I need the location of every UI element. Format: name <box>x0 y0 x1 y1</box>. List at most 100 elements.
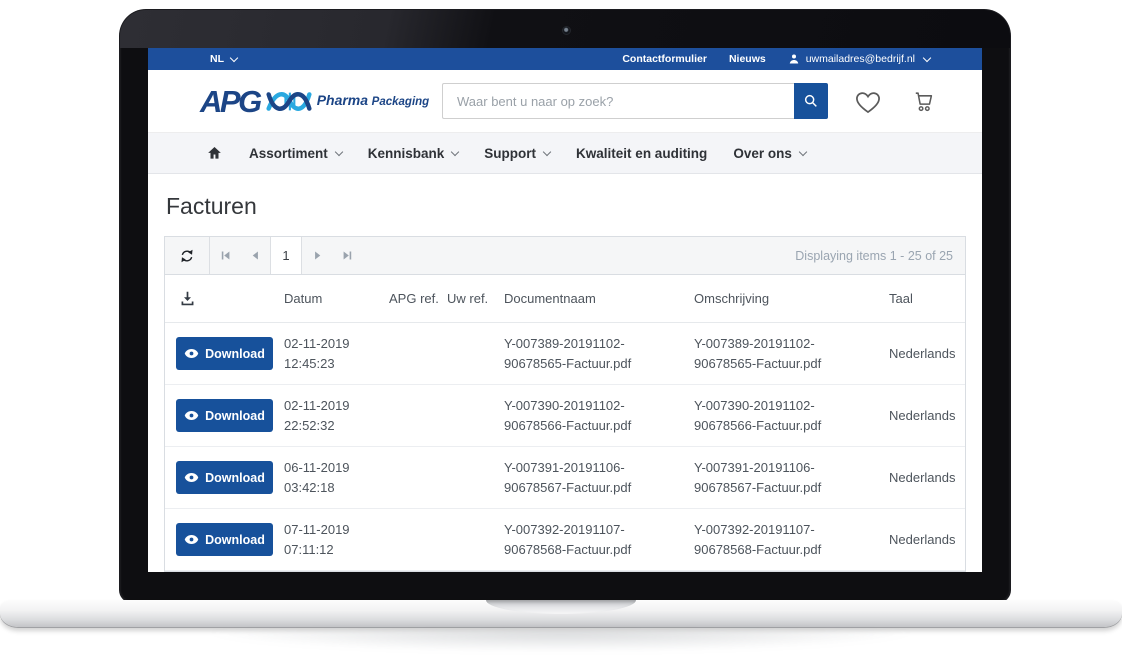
nav-home[interactable] <box>206 145 223 161</box>
description-line1: Y-007389-20191102- <box>694 334 889 354</box>
description-line2: 90678567-Factuur.pdf <box>694 478 889 498</box>
time-text: 07:11:12 <box>284 540 389 560</box>
download-button-label: Download <box>205 533 265 547</box>
omschrijving-cell: Y-007389-20191102- 90678565-Factuur.pdf <box>694 334 889 373</box>
download-cell: Download <box>165 523 284 556</box>
account-email: uwmailadres@bedrijf.nl <box>806 53 915 65</box>
browser-viewport: NL Contactformulier Nieuws uwmailadres@b… <box>148 48 982 572</box>
taal-cell: Nederlands <box>889 468 967 488</box>
chevron-down-icon <box>335 147 343 155</box>
column-header-taal: Taal <box>889 289 967 309</box>
nav-label: Kwaliteit en auditing <box>576 146 707 161</box>
chevron-down-icon <box>230 54 238 62</box>
description-line2: 90678565-Factuur.pdf <box>694 354 889 374</box>
refresh-button[interactable] <box>165 237 210 274</box>
table-row: Download 06-11-2019 03:42:18 Y-007391-20… <box>165 447 965 509</box>
next-page-icon <box>311 249 324 262</box>
heart-icon <box>854 88 882 114</box>
download-button[interactable]: Download <box>176 399 273 432</box>
doc-name-line2: 90678568-Factuur.pdf <box>504 540 694 560</box>
date-text: 02-11-2019 <box>284 396 389 416</box>
page-content: Facturen <box>148 193 982 572</box>
column-header-documentnaam: Documentnaam <box>504 289 694 309</box>
company-logo[interactable]: APG Pharma Packaging <box>200 86 442 117</box>
nav-support[interactable]: Support <box>484 146 550 161</box>
laptop-base <box>0 600 1122 627</box>
description-line1: Y-007391-20191106- <box>694 458 889 478</box>
first-page-button[interactable] <box>210 237 240 274</box>
search-input[interactable] <box>442 83 794 119</box>
download-icon <box>179 290 196 307</box>
nav-label: Support <box>484 146 536 161</box>
previous-page-button[interactable] <box>240 237 270 274</box>
description-line1: Y-007392-20191107- <box>694 520 889 540</box>
first-page-icon <box>219 249 232 262</box>
contact-link[interactable]: Contactformulier <box>622 53 707 65</box>
last-page-button[interactable] <box>332 237 362 274</box>
download-button[interactable]: Download <box>176 337 273 370</box>
time-text: 03:42:18 <box>284 478 389 498</box>
time-text: 22:52:32 <box>284 416 389 436</box>
documentnaam-cell: Y-007390-20191102- 90678566-Factuur.pdf <box>504 396 694 435</box>
doc-name-line1: Y-007389-20191102- <box>504 334 694 354</box>
logo-tagline-line2: Packaging <box>372 96 430 108</box>
account-menu[interactable]: uwmailadres@bedrijf.nl <box>788 53 930 65</box>
omschrijving-cell: Y-007391-20191106- 90678567-Factuur.pdf <box>694 458 889 497</box>
column-header-uw-ref: Uw ref. <box>447 289 504 309</box>
laptop-reflection <box>50 631 1072 661</box>
description-line1: Y-007390-20191102- <box>694 396 889 416</box>
download-cell: Download <box>165 337 284 370</box>
language-selector[interactable]: NL <box>210 53 237 65</box>
nav-label: Over ons <box>733 146 792 161</box>
laptop-mockup: NL Contactformulier Nieuws uwmailadres@b… <box>0 0 1122 669</box>
download-button[interactable]: Download <box>176 461 273 494</box>
laptop-screen-bezel: NL Contactformulier Nieuws uwmailadres@b… <box>120 10 1010 602</box>
page-title: Facturen <box>166 193 966 220</box>
download-button-label: Download <box>205 409 265 423</box>
eye-icon <box>184 348 199 359</box>
datum-cell: 02-11-2019 22:52:32 <box>284 396 389 435</box>
download-cell: Download <box>165 461 284 494</box>
nav-kwaliteit-en-auditing[interactable]: Kwaliteit en auditing <box>576 146 707 161</box>
contact-link-label: Contactformulier <box>622 53 707 65</box>
search-bar <box>442 83 828 119</box>
doc-name-line2: 90678565-Factuur.pdf <box>504 354 694 374</box>
chevron-down-icon <box>451 147 459 155</box>
pagination-status: Displaying items 1 - 25 of 25 <box>795 249 965 263</box>
nav-over-ons[interactable]: Over ons <box>733 146 806 161</box>
datum-cell: 02-11-2019 12:45:23 <box>284 334 389 373</box>
nav-kennisbank[interactable]: Kennisbank <box>368 146 459 161</box>
column-header-apg-ref: APG ref. <box>389 289 447 309</box>
chevron-down-icon <box>923 54 931 62</box>
doc-name-line1: Y-007392-20191107- <box>504 520 694 540</box>
description-line2: 90678566-Factuur.pdf <box>694 416 889 436</box>
search-button[interactable] <box>794 83 828 119</box>
next-page-button[interactable] <box>302 237 332 274</box>
taal-cell: Nederlands <box>889 406 967 426</box>
invoices-table-panel: 1 Displaying <box>164 236 966 572</box>
chevron-down-icon <box>799 147 807 155</box>
time-text: 12:45:23 <box>284 354 389 374</box>
documentnaam-cell: Y-007391-20191106- 90678567-Factuur.pdf <box>504 458 694 497</box>
nav-assortiment[interactable]: Assortiment <box>249 146 342 161</box>
chevron-down-icon <box>543 147 551 155</box>
top-utility-bar: NL Contactformulier Nieuws uwmailadres@b… <box>148 48 982 70</box>
user-icon <box>788 53 800 65</box>
news-link[interactable]: Nieuws <box>729 53 766 65</box>
download-all-header[interactable] <box>165 290 284 307</box>
current-page-indicator[interactable]: 1 <box>270 237 302 274</box>
laptop-lid-notch <box>486 600 636 614</box>
cart-button[interactable] <box>908 88 935 114</box>
logo-tagline-line1: Pharma <box>317 92 368 108</box>
wishlist-button[interactable] <box>854 88 882 114</box>
nav-label: Kennisbank <box>368 146 445 161</box>
download-button[interactable]: Download <box>176 523 273 556</box>
omschrijving-cell: Y-007390-20191102- 90678566-Factuur.pdf <box>694 396 889 435</box>
omschrijving-cell: Y-007392-20191107- 90678568-Factuur.pdf <box>694 520 889 559</box>
last-page-icon <box>341 249 354 262</box>
taal-cell: Nederlands <box>889 344 967 364</box>
column-header-datum: Datum <box>284 289 389 309</box>
datum-cell: 06-11-2019 03:42:18 <box>284 458 389 497</box>
pagination-toolbar: 1 Displaying <box>165 237 965 275</box>
eye-icon <box>184 534 199 545</box>
